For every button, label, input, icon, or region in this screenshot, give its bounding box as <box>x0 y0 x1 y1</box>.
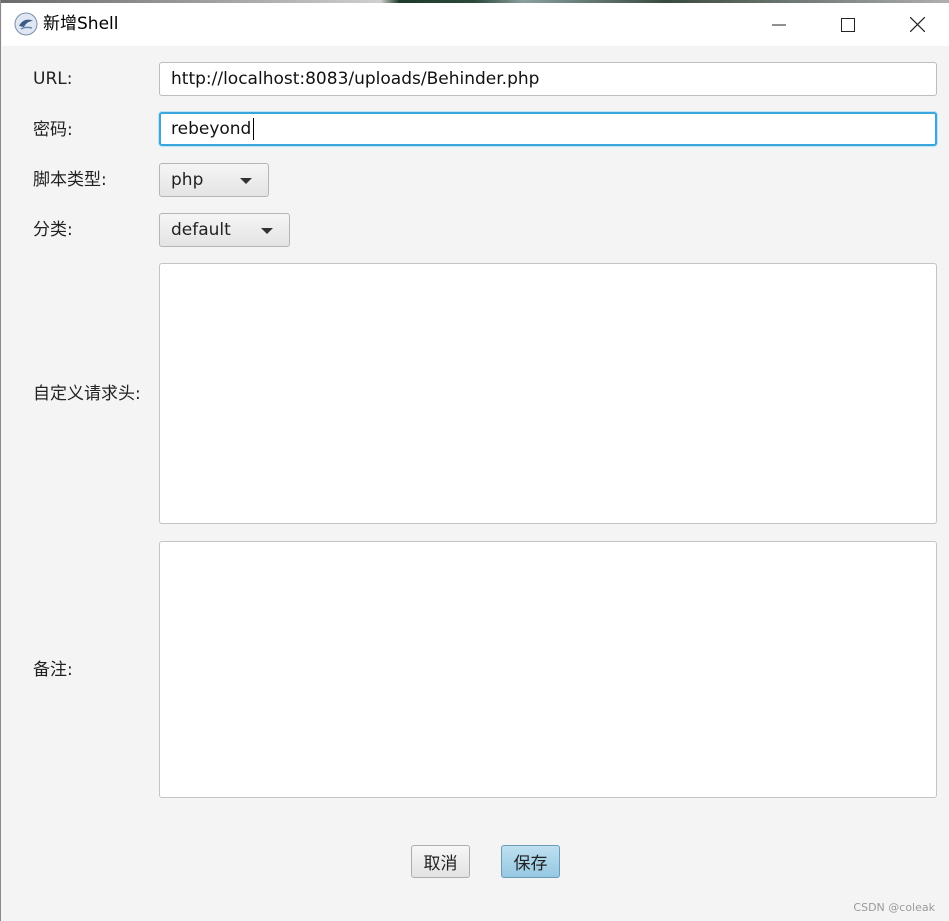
save-button[interactable]: 保存 <box>501 845 560 878</box>
maximize-icon <box>841 17 855 32</box>
minimize-icon <box>772 24 786 25</box>
script-type-value: php <box>171 170 204 190</box>
script-type-label: 脚本类型: <box>33 170 107 190</box>
title-bar[interactable]: 新增Shell <box>2 3 949 46</box>
close-icon <box>909 17 925 32</box>
maximize-button[interactable] <box>815 3 881 46</box>
dropdown-arrow-icon <box>261 228 273 234</box>
script-type-select[interactable]: php <box>159 163 269 197</box>
category-select[interactable]: default <box>159 213 290 247</box>
text-caret <box>253 118 254 140</box>
minimize-button[interactable] <box>746 3 812 46</box>
close-button[interactable] <box>884 3 949 46</box>
category-label: 分类: <box>33 220 73 240</box>
app-icon <box>14 12 38 36</box>
notes-textarea[interactable] <box>159 541 937 798</box>
password-input[interactable] <box>159 112 937 146</box>
custom-headers-label: 自定义请求头: <box>33 384 141 404</box>
dropdown-arrow-icon <box>240 178 252 184</box>
window-title: 新增Shell <box>43 14 119 34</box>
url-label: URL: <box>33 69 73 89</box>
password-label: 密码: <box>33 120 73 140</box>
custom-headers-textarea[interactable] <box>159 263 937 524</box>
url-input[interactable] <box>159 62 937 96</box>
cancel-button[interactable]: 取消 <box>411 845 470 878</box>
watermark: CSDN @coleak <box>853 901 935 914</box>
category-value: default <box>171 220 231 240</box>
notes-label: 备注: <box>33 660 73 680</box>
new-shell-dialog: 新增Shell URL: 密码: 脚本类型: php 分类: de <box>0 0 949 921</box>
